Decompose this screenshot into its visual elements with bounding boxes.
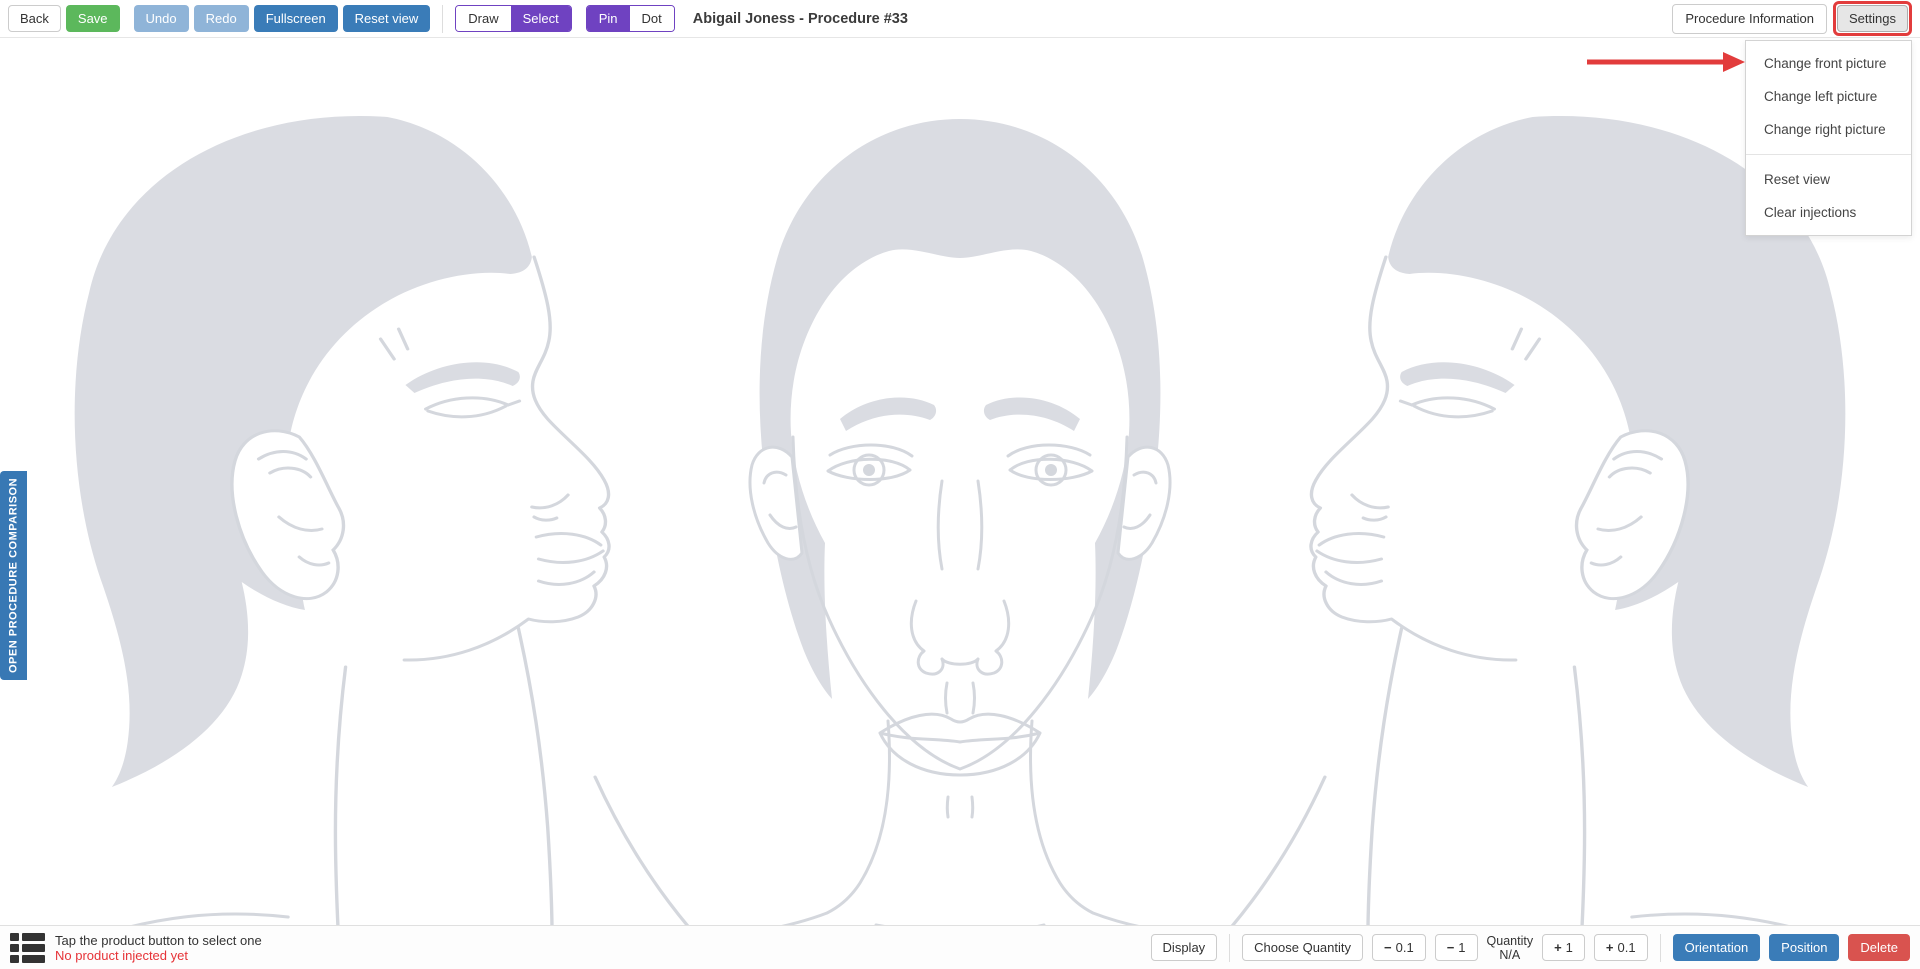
orientation-button[interactable]: Orientation [1673, 934, 1761, 961]
product-list-icon[interactable] [10, 933, 45, 963]
quantity-readout: Quantity N/A [1487, 934, 1534, 962]
top-toolbar: Back Save Undo Redo Fullscreen Reset vie… [0, 0, 1920, 38]
open-procedure-comparison-tab[interactable]: OPEN PROCEDURE COMPARISON [0, 471, 27, 680]
fullscreen-button[interactable]: Fullscreen [254, 5, 338, 32]
draw-toggle-option[interactable]: Draw [456, 6, 510, 31]
choose-quantity-button[interactable]: Choose Quantity [1242, 934, 1363, 961]
bottombar-divider-1 [1229, 934, 1230, 962]
decrease-1-button[interactable]: − 1 [1435, 934, 1478, 961]
display-button[interactable]: Display [1151, 934, 1218, 961]
plus-icon: + [1554, 940, 1562, 955]
product-hint-block: Tap the product button to select one No … [55, 933, 262, 963]
settings-button[interactable]: Settings [1837, 5, 1908, 32]
toolbar-divider [442, 5, 443, 33]
pin-toggle-option[interactable]: Pin [587, 6, 630, 31]
pin-dot-toggle: Pin Dot [586, 5, 675, 32]
settings-dropdown-menu: Change front picture Change left picture… [1745, 40, 1912, 236]
quantity-label: Quantity [1487, 934, 1534, 948]
bottom-toolbar: Tap the product button to select one No … [0, 925, 1920, 969]
delete-button[interactable]: Delete [1848, 934, 1910, 961]
minus-icon: − [1447, 940, 1455, 955]
no-product-status-text: No product injected yet [55, 948, 262, 963]
menu-item-change-left-picture[interactable]: Change left picture [1746, 80, 1911, 113]
dot-toggle-option[interactable]: Dot [630, 6, 674, 31]
bottombar-divider-2 [1660, 934, 1661, 962]
menu-item-reset-view[interactable]: Reset view [1746, 163, 1911, 196]
minus-icon: − [1384, 940, 1392, 955]
procedure-information-button[interactable]: Procedure Information [1672, 4, 1827, 34]
left-profile-face-illustration [8, 87, 708, 947]
reset-view-button[interactable]: Reset view [343, 5, 431, 32]
front-face-illustration [680, 85, 1240, 945]
position-button[interactable]: Position [1769, 934, 1839, 961]
menu-item-change-right-picture[interactable]: Change right picture [1746, 113, 1911, 146]
settings-button-red-highlight: Settings [1833, 1, 1912, 36]
menu-item-change-front-picture[interactable]: Change front picture [1746, 47, 1911, 80]
undo-button[interactable]: Undo [134, 5, 189, 32]
injection-canvas[interactable] [0, 39, 1920, 925]
quantity-value: N/A [1487, 948, 1534, 962]
increase-1-button[interactable]: + 1 [1542, 934, 1585, 961]
plus-icon: + [1606, 940, 1614, 955]
menu-item-clear-injections[interactable]: Clear injections [1746, 196, 1911, 229]
draw-select-toggle: Draw Select [455, 5, 571, 32]
increase-0.1-button[interactable]: + 0.1 [1594, 934, 1648, 961]
page-title: Abigail Joness - Procedure #33 [693, 11, 908, 27]
select-toggle-option[interactable]: Select [511, 6, 571, 31]
redo-button[interactable]: Redo [194, 5, 249, 32]
annotation-arrow-icon [1585, 50, 1747, 74]
decrease-0.1-button[interactable]: − 0.1 [1372, 934, 1426, 961]
back-button[interactable]: Back [8, 5, 61, 32]
product-hint-text: Tap the product button to select one [55, 933, 262, 948]
save-button[interactable]: Save [66, 5, 120, 32]
menu-divider [1746, 154, 1911, 155]
